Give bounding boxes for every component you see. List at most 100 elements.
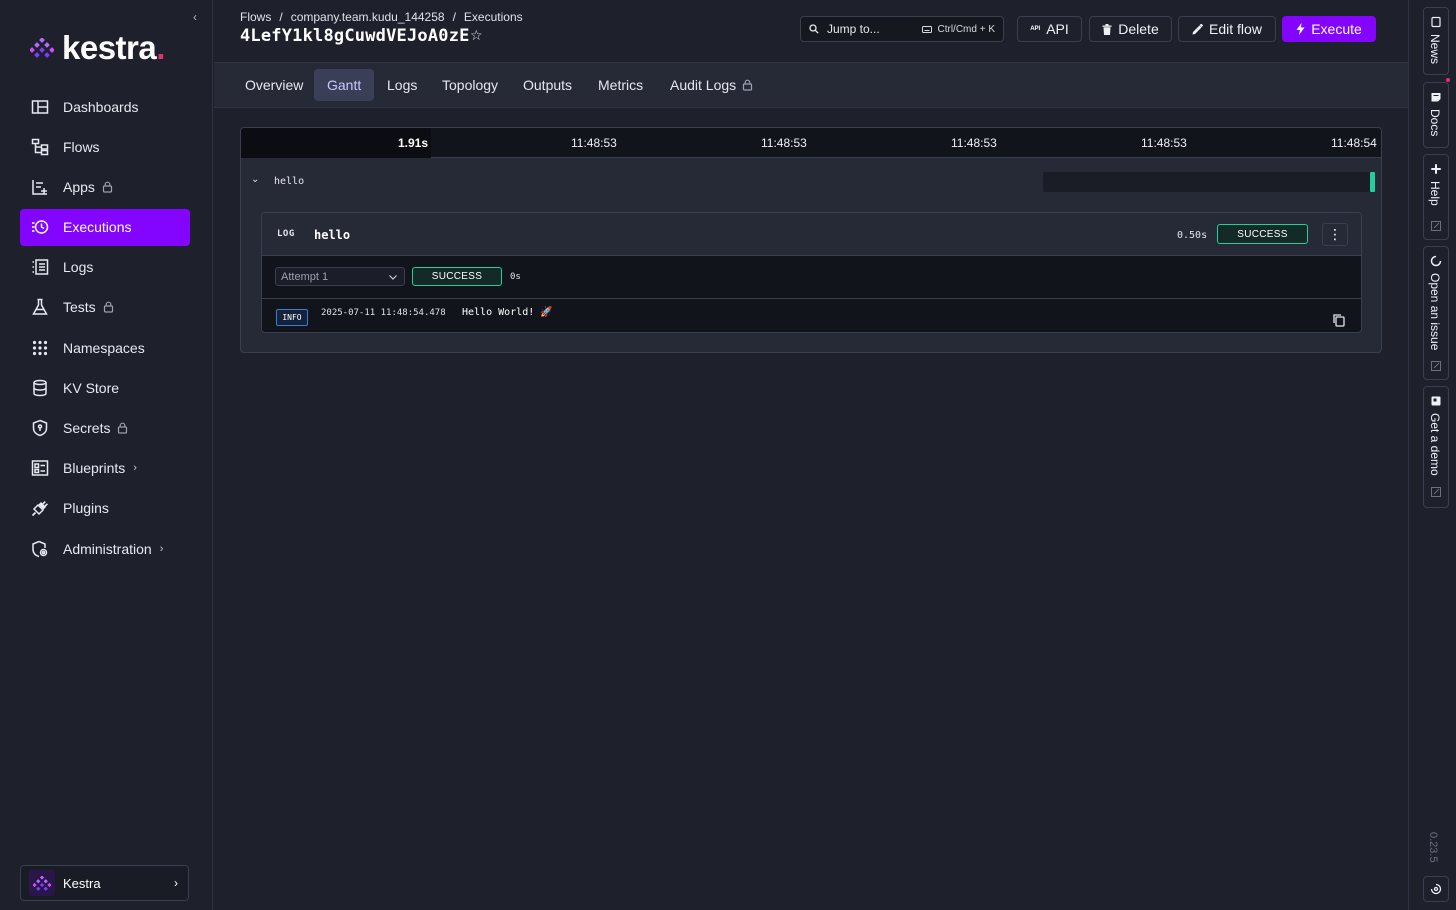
sidebar-item-plugins[interactable]: Plugins — [20, 490, 190, 527]
settings-swirl-icon — [1430, 883, 1442, 895]
attempt-select[interactable]: Attempt 1 — [275, 267, 405, 286]
gantt-timeline-header: 1.91s 11:48:53 11:48:53 11:48:53 11:48:5… — [241, 128, 1381, 158]
tab-metrics[interactable]: Metrics — [585, 69, 656, 101]
copy-icon[interactable] — [1332, 313, 1346, 327]
right-rail: News Docs Help Open an issue Get a demo … — [1408, 0, 1456, 910]
flask-icon — [30, 297, 50, 317]
sidebar-item-label: Namespaces — [63, 339, 145, 356]
sidebar-item-label: Logs — [63, 259, 94, 276]
flows-icon — [30, 137, 50, 157]
breadcrumb-flows[interactable]: Flows — [240, 10, 271, 24]
rail-docs-label: Docs — [1428, 109, 1442, 137]
logs-icon — [30, 257, 50, 277]
keyboard-icon — [922, 25, 933, 33]
sidebar-item-flows[interactable]: Flows — [20, 128, 190, 165]
gantt-time-tick: 11:48:53 — [951, 136, 997, 150]
external-link-icon — [1431, 487, 1441, 497]
plug-icon — [30, 498, 50, 518]
sidebar-item-label: Tests — [63, 299, 96, 316]
api-button-label: API — [1046, 21, 1069, 37]
breadcrumb-separator: / — [279, 10, 283, 24]
sidebar-item-label: KV Store — [63, 379, 120, 396]
blueprint-icon — [30, 458, 50, 478]
rail-get-demo-button[interactable]: Get a demo — [1423, 386, 1449, 508]
log-line: INFO 2025-07-11 11:48:54.478 Hello World… — [262, 299, 1361, 332]
kestra-logo[interactable]: kestra. — [30, 30, 165, 66]
sidebar-item-tests[interactable]: Tests — [20, 289, 190, 326]
task-detail-panel: LOG hello 0.50s SUCCESS ⋮ Attempt 1 SUCC… — [261, 212, 1362, 333]
gantt-panel: 1.91s 11:48:53 11:48:53 11:48:53 11:48:5… — [240, 127, 1382, 353]
attempt-status-badge: SUCCESS — [412, 267, 502, 286]
sidebar-item-label: Apps — [63, 178, 95, 195]
sidebar-item-secrets[interactable]: Secrets — [20, 410, 190, 447]
delete-button[interactable]: Delete — [1089, 16, 1172, 42]
tab-topology[interactable]: Topology — [429, 69, 511, 101]
tab-audit-logs[interactable]: Audit Logs — [657, 69, 766, 101]
apps-icon — [30, 177, 50, 197]
rail-docs-button[interactable]: Docs — [1423, 82, 1449, 148]
news-icon — [1431, 16, 1441, 28]
execute-button[interactable]: Execute — [1282, 16, 1376, 42]
chevron-down-icon[interactable]: ⌄ — [251, 174, 259, 185]
more-options-button[interactable]: ⋮ — [1322, 223, 1348, 246]
edit-flow-button[interactable]: Edit flow — [1178, 16, 1276, 42]
attempt-row: Attempt 1 SUCCESS 0s — [262, 256, 1361, 299]
tenant-name: Kestra — [63, 875, 101, 891]
breadcrumb: Flows / company.team.kudu_144258 / Execu… — [240, 10, 523, 24]
rail-get-demo-label: Get a demo — [1428, 413, 1442, 476]
gantt-time-tick: 11:48:53 — [1141, 136, 1187, 150]
api-button[interactable]: API API — [1017, 16, 1082, 42]
gantt-task-bar[interactable] — [1370, 172, 1375, 192]
chevron-right-icon: › — [133, 462, 137, 475]
execute-button-label: Execute — [1311, 21, 1362, 37]
breadcrumb-executions[interactable]: Executions — [464, 10, 523, 24]
rail-news-button[interactable]: News — [1423, 7, 1450, 82]
collapse-sidebar-button[interactable]: ‹ — [188, 10, 202, 24]
sidebar-item-label: Administration — [63, 540, 152, 557]
rail-help-button[interactable]: Help — [1423, 154, 1449, 240]
tab-overview[interactable]: Overview — [232, 69, 316, 101]
star-icon[interactable]: ☆ — [470, 27, 483, 44]
logo-wordmark: kestra. — [62, 29, 165, 66]
sidebar-item-kv-store[interactable]: KV Store — [20, 369, 190, 406]
lock-icon — [742, 79, 753, 91]
sidebar-item-executions[interactable]: Executions — [20, 208, 190, 246]
rail-help-label: Help — [1428, 181, 1442, 206]
theme-toggle-button[interactable] — [1423, 876, 1449, 902]
sidebar-item-apps[interactable]: Apps — [20, 168, 190, 205]
tenant-switcher[interactable]: Kestra › — [20, 865, 189, 901]
sidebar: ‹ kestra. Dashboards Flows Apps Executio… — [0, 0, 213, 910]
sidebar-item-label: Plugins — [63, 500, 109, 517]
log-message: Hello World! 🚀 — [462, 307, 553, 318]
rail-open-issue-label: Open an issue — [1428, 273, 1442, 351]
rail-news-label: News — [1428, 34, 1442, 65]
pencil-icon — [1192, 23, 1204, 34]
task-name: hello — [274, 176, 305, 187]
sidebar-item-dashboards[interactable]: Dashboards — [20, 88, 190, 125]
grid-dots-icon — [30, 338, 50, 358]
keyboard-shortcut: Ctrl/Cmd + K — [922, 24, 995, 35]
sidebar-item-blueprints[interactable]: Blueprints › — [20, 450, 190, 487]
gantt-time-tick: 11:48:53 — [761, 136, 807, 150]
task-duration: 0.50s — [1177, 230, 1208, 241]
sidebar-item-namespaces[interactable]: Namespaces — [20, 329, 190, 366]
kestra-logo-icon — [30, 38, 54, 58]
sidebar-item-label: Executions — [63, 219, 132, 236]
lightning-icon — [1296, 23, 1305, 35]
tab-gantt[interactable]: Gantt — [314, 69, 375, 101]
external-link-icon — [1431, 221, 1441, 231]
breadcrumb-flow-id[interactable]: company.team.kudu_144258 — [291, 10, 445, 24]
tab-logs[interactable]: Logs — [374, 69, 430, 101]
jump-to-label: Jump to... — [827, 22, 880, 36]
sidebar-item-logs[interactable]: Logs — [20, 249, 190, 286]
github-icon — [1430, 255, 1442, 267]
search-icon — [809, 24, 819, 34]
rail-open-issue-button[interactable]: Open an issue — [1423, 246, 1449, 380]
demo-icon — [1431, 396, 1441, 406]
gantt-task-row[interactable]: ⌄ hello — [241, 158, 1381, 204]
top-header: Flows / company.team.kudu_144258 / Execu… — [214, 0, 1408, 62]
jump-to-search[interactable]: Jump to... Ctrl/Cmd + K — [800, 16, 1004, 42]
tab-outputs[interactable]: Outputs — [510, 69, 585, 101]
tenant-logo-icon — [29, 870, 55, 896]
sidebar-item-administration[interactable]: Administration › — [20, 530, 190, 567]
